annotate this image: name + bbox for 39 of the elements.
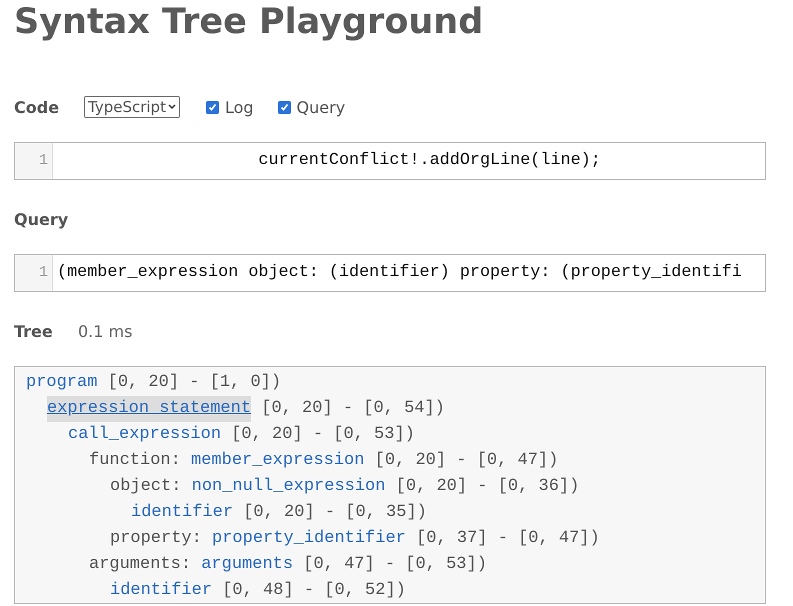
node-range: [0, 20] - [0, 47]) — [374, 450, 558, 472]
query-label: Query — [14, 210, 68, 228]
node-range: [0, 47] - [0, 53]) — [302, 554, 487, 576]
checkbox[interactable] — [206, 100, 219, 114]
node-type-link[interactable]: call_expression — [68, 422, 222, 448]
page-title: Syntax Tree Playground — [14, 1, 484, 44]
query-editor[interactable]: 1 (member_expression object: (identifier) property: (property_identifi — [14, 254, 766, 292]
node-type-link[interactable]: expression_statement — [47, 396, 252, 422]
language-select[interactable]: TypeScript — [84, 96, 180, 118]
node-type-link[interactable]: member_expression — [191, 448, 364, 474]
node-range: [0, 20] - [0, 53]) — [230, 424, 415, 446]
parse-timing: 0.1 ms — [78, 322, 132, 340]
checkbox-label[interactable]: Log — [224, 98, 254, 116]
caret-icon — [168, 104, 176, 110]
node-type-link[interactable]: arguments — [201, 552, 294, 578]
line-number: 1 — [15, 255, 53, 291]
node-range: [0, 37] - [0, 47]) — [415, 528, 600, 550]
tree-label: Tree — [14, 322, 54, 340]
field-name: object: — [110, 476, 182, 498]
field-name: function: — [89, 450, 182, 472]
checkbox-label[interactable]: Query — [296, 98, 346, 116]
checkbox[interactable] — [278, 100, 291, 114]
code-editor[interactable]: 1 currentConflict!.addOrgLine(line); — [14, 142, 766, 180]
field-name: property: — [110, 528, 203, 550]
code-line: currentConflict!.addOrgLine(line); — [257, 150, 601, 172]
line-number: 1 — [15, 143, 53, 179]
node-type-link[interactable]: property_identifier — [212, 526, 406, 552]
node-range: [0, 20] - [0, 36]) — [394, 476, 580, 498]
node-range: [0, 48] - [0, 52]) — [221, 580, 406, 602]
node-type-link[interactable]: non_null_expression — [192, 474, 386, 500]
node-type-link[interactable]: identifier — [131, 500, 234, 526]
node-range: [0, 20] - [1, 0]) — [106, 372, 282, 394]
query-line: (member_expression object: (identifier) property: (property_identifi — [56, 262, 742, 284]
node-range: [0, 20] - [0, 54]) — [260, 398, 445, 420]
node-type-link[interactable]: program — [26, 370, 98, 396]
code-label: Code — [14, 98, 60, 116]
field-name: arguments: — [89, 554, 192, 576]
node-type-link[interactable]: identifier — [110, 578, 212, 604]
node-range: [0, 20] - [0, 35]) — [242, 502, 427, 524]
